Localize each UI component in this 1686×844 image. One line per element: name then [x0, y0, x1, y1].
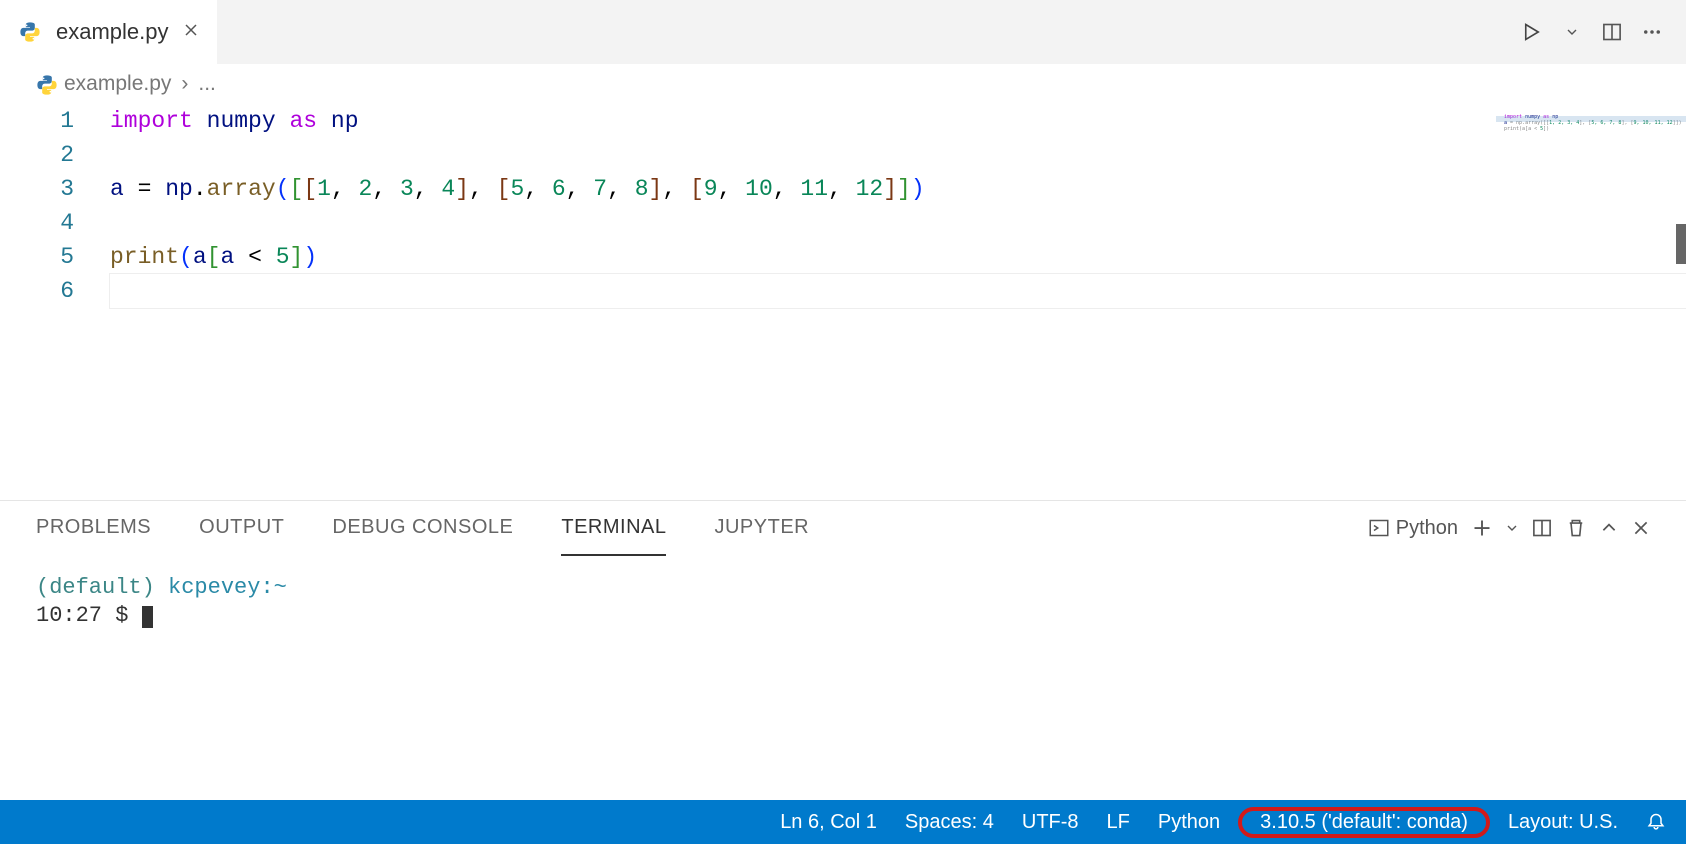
close-tab-icon[interactable] — [183, 22, 199, 43]
breadcrumb[interactable]: example.py › ... — [0, 64, 1686, 104]
split-terminal-button[interactable] — [1532, 518, 1552, 538]
terminal-profile-selector[interactable]: Python — [1368, 517, 1458, 540]
status-indentation[interactable]: Spaces: 4 — [905, 811, 994, 834]
terminal-env: (default) — [36, 575, 155, 600]
split-editor-button[interactable] — [1598, 18, 1626, 46]
status-python-interpreter[interactable]: 3.10.5 ('default': conda) — [1248, 811, 1480, 834]
new-terminal-dropdown-icon[interactable] — [1506, 522, 1518, 534]
tab-terminal[interactable]: TERMINAL — [561, 501, 666, 556]
overview-ruler[interactable] — [1672, 104, 1686, 500]
python-file-icon — [36, 74, 56, 94]
terminal-time: 10:27 — [36, 603, 102, 628]
tab-jupyter[interactable]: JUPYTER — [714, 501, 809, 556]
run-file-button[interactable] — [1518, 18, 1546, 46]
status-encoding[interactable]: UTF-8 — [1022, 811, 1079, 834]
breadcrumb-file[interactable]: example.py — [36, 72, 171, 96]
terminal-prompt: $ — [115, 603, 128, 628]
panel-actions: Python — [1368, 517, 1650, 540]
maximize-panel-button[interactable] — [1600, 519, 1618, 537]
close-panel-button[interactable] — [1632, 519, 1650, 537]
panel-tab-bar: PROBLEMS OUTPUT DEBUG CONSOLE TERMINAL J… — [0, 501, 1686, 556]
code-content[interactable]: import numpy as np a = np.array([[1, 2, … — [110, 104, 1686, 500]
status-keyboard-layout[interactable]: Layout: U.S. — [1508, 811, 1618, 834]
terminal-content[interactable]: (default) kcpevey:~ 10:27 $ — [0, 556, 1686, 800]
tab-debug-console[interactable]: DEBUG CONSOLE — [332, 501, 513, 556]
kill-terminal-button[interactable] — [1566, 518, 1586, 538]
tab-bar: example.py — [0, 0, 1686, 64]
editor-tab[interactable]: example.py — [0, 0, 218, 64]
editor-toolbar — [1518, 0, 1686, 64]
terminal-cursor — [142, 606, 153, 628]
terminal-icon — [1368, 517, 1390, 539]
notifications-bell-icon[interactable] — [1646, 812, 1666, 832]
status-eol[interactable]: LF — [1107, 811, 1130, 834]
status-interpreter-label: 3.10.5 ('default': conda) — [1260, 811, 1468, 834]
status-bar: Ln 6, Col 1 Spaces: 4 UTF-8 LF Python 3.… — [0, 800, 1686, 844]
terminal-profile-label: Python — [1396, 517, 1458, 540]
new-terminal-button[interactable] — [1472, 518, 1492, 538]
editor-area: 123456 import numpy as np a = np.array([… — [0, 104, 1686, 500]
line-number-gutter: 123456 — [0, 104, 110, 500]
more-actions-button[interactable] — [1638, 18, 1666, 46]
terminal-userhost: kcpevey:~ — [168, 575, 287, 600]
minimap[interactable]: import numpy as np a = np.array([[1, 2, … — [1496, 104, 1686, 500]
status-language-mode[interactable]: Python — [1158, 811, 1220, 834]
tab-output[interactable]: OUTPUT — [199, 501, 284, 556]
bottom-panel: PROBLEMS OUTPUT DEBUG CONSOLE TERMINAL J… — [0, 500, 1686, 800]
tab-filename: example.py — [56, 19, 169, 45]
python-file-icon — [18, 20, 42, 44]
breadcrumb-symbol[interactable]: ... — [198, 72, 216, 96]
scroll-indicator — [1676, 224, 1686, 264]
status-cursor-position[interactable]: Ln 6, Col 1 — [780, 811, 877, 834]
breadcrumb-separator: › — [181, 72, 188, 96]
tab-problems[interactable]: PROBLEMS — [36, 501, 151, 556]
code-editor[interactable]: 123456 import numpy as np a = np.array([… — [0, 104, 1686, 500]
breadcrumb-file-label: example.py — [64, 72, 171, 96]
run-dropdown-icon[interactable] — [1558, 18, 1586, 46]
